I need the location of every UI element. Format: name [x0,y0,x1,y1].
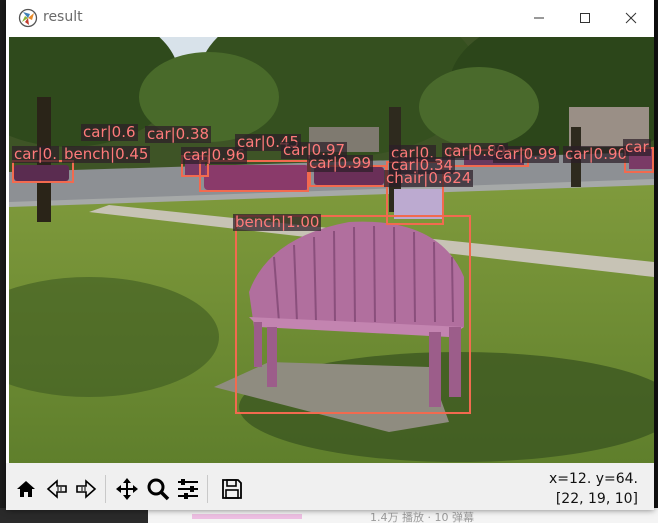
detection-label: car [623,138,651,156]
save-icon [222,479,242,499]
cursor-coordinates: x=12. y=64. [548,471,638,487]
detection-label: car|0.38 [145,125,212,143]
toolbar-divider [207,475,208,503]
detection-box [199,160,309,192]
home-button[interactable] [12,475,40,503]
detection-label: car|0.99 [493,145,560,163]
pan-icon [116,478,138,500]
maximize-button[interactable] [562,0,608,36]
detection-label: chair|0.624 [384,169,474,187]
window-title: result [43,9,83,25]
close-button[interactable] [608,0,654,36]
home-icon [17,481,35,497]
detection-label: car|0.6 [81,123,138,141]
detection-label: bench|0.45 [62,145,151,163]
back-icon [46,479,67,499]
configure-subplots-button[interactable] [174,475,202,503]
detection-label: car|0.90 [563,145,630,163]
navigation-toolbar: x=12. y=64. [22, 19, 10] [6,463,654,510]
pan-button[interactable] [113,475,141,503]
detection-label: car|0.99 [307,154,374,172]
detection-label: car|0. [12,145,59,163]
back-button[interactable] [43,475,71,503]
result-window: result car|0. bench|0.45 car|0.6 car|0.3… [6,0,654,510]
cursor-readout: x=12. y=64. [22, 19, 10] [549,469,638,509]
zoom-icon [147,478,170,501]
configure-subplots-icon [178,479,198,499]
desktop-taskbar: 1.4万 播放 · 10 弹幕 [0,508,658,523]
pixel-value: [22, 19, 10] [555,491,638,507]
minimize-button[interactable] [516,0,562,36]
detection-box-bench [235,215,471,414]
forward-button[interactable] [72,475,100,503]
close-icon [625,12,637,24]
save-button[interactable] [218,475,246,503]
maximize-icon [580,13,590,23]
detection-label-bench: bench|1.00 [233,213,322,231]
detection-box [12,160,74,183]
forward-icon [76,479,97,499]
matplotlib-app-icon [18,8,38,28]
image-canvas[interactable]: car|0. bench|0.45 car|0.6 car|0.38 car|0… [9,37,654,463]
title-bar[interactable]: result [6,0,654,36]
toolbar-divider [105,475,106,503]
minimize-icon [534,17,544,19]
taskbar-text: 1.4万 播放 · 10 弹幕 [370,511,474,523]
zoom-button[interactable] [144,475,172,503]
